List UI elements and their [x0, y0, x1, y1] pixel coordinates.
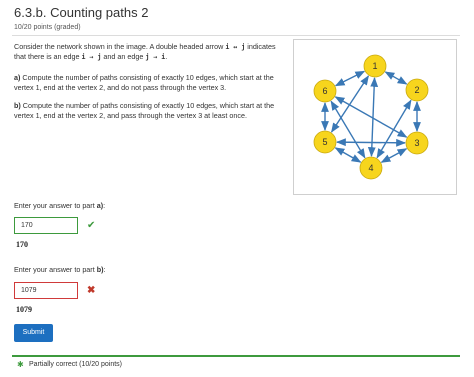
question-intro: Consider the network shown in the image.…: [14, 42, 276, 62]
part-a-prompt: Enter your answer to part a):: [14, 201, 105, 210]
network-graph: 1 2 3 4 5 6: [313, 54, 429, 180]
edge-3-4: [380, 148, 408, 163]
check-icon: ✔: [87, 220, 96, 231]
intro-text-4: .: [165, 52, 168, 61]
node-label-5: 5: [322, 137, 327, 147]
edge-expression-1: i → j: [81, 53, 102, 61]
result-status-bar: ✱ Partially correct (10/20 points): [12, 355, 460, 372]
part-a-text: Compute the number of paths consisting o…: [14, 73, 274, 92]
edge-1-2: [384, 71, 408, 85]
part-a-question: a) Compute the number of paths consistin…: [14, 73, 276, 93]
part-a-prompt-text: Enter your answer to part: [14, 201, 95, 210]
intro-expression: i ↔ j: [225, 43, 246, 51]
part-b-question: b) Compute the number of paths consistin…: [14, 101, 276, 121]
intro-text-1: Consider the network shown in the image.…: [14, 42, 224, 51]
node-label-6: 6: [322, 86, 327, 96]
asterisk-icon: ✱: [17, 360, 24, 369]
part-b-answer-input[interactable]: 1079: [14, 282, 78, 299]
header-divider: [12, 35, 460, 36]
network-diagram: 1 2 3 4 5 6: [293, 39, 457, 195]
part-b-prompt-part: b): [96, 265, 104, 274]
edge-6-3: [334, 96, 408, 138]
node-label-1: 1: [372, 61, 377, 71]
edge-4-5: [334, 147, 362, 163]
node-label-2: 2: [414, 85, 419, 95]
problem-title: 6.3.b. Counting paths 2: [14, 5, 149, 20]
edge-5-3: [336, 138, 406, 147]
cross-icon: ✖: [87, 285, 96, 296]
part-a-prompt-end: :: [103, 201, 106, 210]
edge-6-1: [334, 70, 366, 87]
edge-6-4: [330, 100, 366, 159]
edge-expression-2: j → i: [145, 53, 166, 61]
part-b-prompt-text: Enter your answer to part: [14, 265, 95, 274]
part-b-text: Compute the number of paths consisting o…: [14, 101, 275, 120]
part-b-prompt: Enter your answer to part b):: [14, 265, 106, 274]
submit-button[interactable]: Submit: [14, 324, 53, 342]
intro-text-3: and an edge: [103, 52, 144, 61]
points-label: 10/20 points (graded): [14, 24, 81, 31]
part-a-answer-preview: 170: [16, 240, 28, 249]
part-b-prompt-end: :: [103, 265, 106, 274]
part-b-answer-preview: 1079: [16, 305, 32, 314]
part-a-answer-input[interactable]: 170: [14, 217, 78, 234]
part-a-label: a): [14, 73, 21, 82]
part-b-label: b): [14, 101, 21, 110]
node-label-3: 3: [414, 138, 419, 148]
node-label-4: 4: [368, 163, 373, 173]
status-text: Partially correct (10/20 points): [29, 361, 122, 368]
